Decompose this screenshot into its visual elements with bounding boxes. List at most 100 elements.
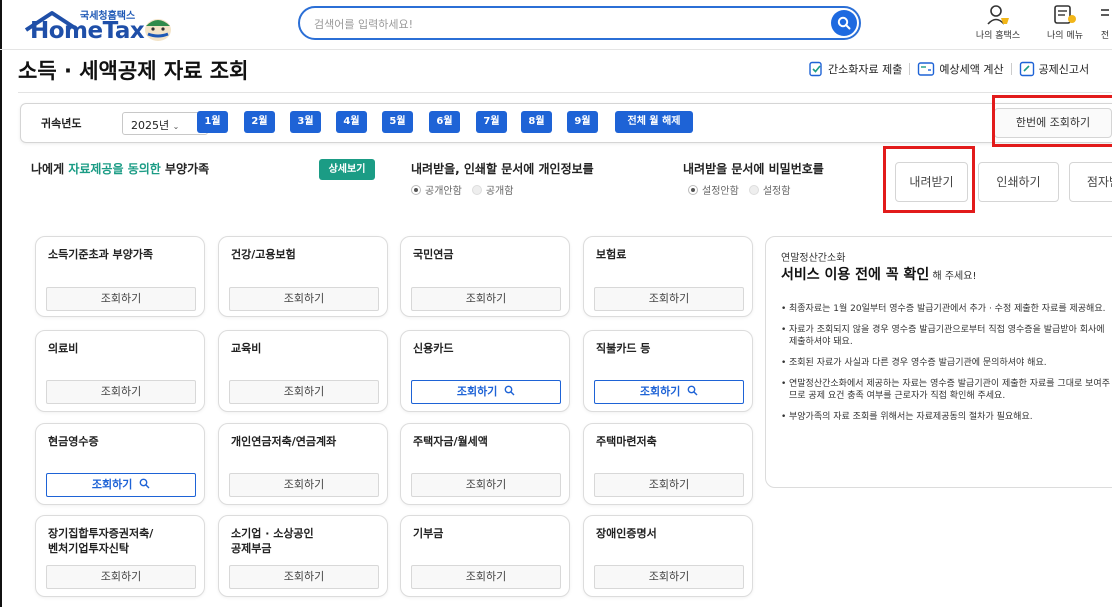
year-select[interactable]: 2025년 ⌄ [122, 112, 208, 135]
month-button-1[interactable]: 1월 [197, 111, 228, 133]
query-button-primary[interactable]: 조회하기 [46, 473, 196, 497]
search-input[interactable] [314, 15, 814, 33]
month-button-2[interactable]: 2월 [244, 111, 275, 133]
submit-simplified-data-button[interactable]: 간소화자료 제출 [808, 61, 902, 77]
password-none-label: 설정안함 [702, 186, 739, 197]
month-button-3[interactable]: 3월 [290, 111, 321, 133]
privacy-radio-group: 공개안함 공개함 [411, 182, 513, 197]
query-button[interactable]: 조회하기 [594, 473, 744, 497]
search-bar[interactable] [298, 6, 861, 40]
form-edit-icon [1019, 61, 1034, 77]
card-housing-fund-rent: 주택자금/월세액 조회하기 [400, 423, 570, 505]
year-value: 2025년 [131, 119, 170, 132]
deduction-form-label: 공제신고서 [1038, 63, 1090, 76]
month-button-6[interactable]: 6월 [429, 111, 460, 133]
month-button-7[interactable]: 7월 [476, 111, 507, 133]
detail-view-button[interactable]: 상세보기 [319, 159, 375, 180]
card-housing-savings: 주택마련저축 조회하기 [583, 423, 753, 505]
notice-item: 부양가족의 자료 조회를 위해서는 자료제공동의 절차가 필요해요. [781, 411, 1112, 423]
mascot-icon [145, 19, 171, 41]
my-hometax-link[interactable]: 나의 홈택스 [968, 4, 1028, 41]
query-button[interactable]: 조회하기 [46, 380, 196, 404]
query-button[interactable]: 조회하기 [229, 380, 379, 404]
privacy-hide-label: 공개안함 [425, 186, 462, 197]
estimate-tax-button[interactable]: 예상세액 계산 [917, 61, 1004, 77]
card-title: 건강/고용보험 [231, 248, 296, 261]
consent-prefix: 나에게 [31, 162, 69, 176]
card-title: 보험료 [596, 248, 627, 261]
clear-all-months-button[interactable]: 전체 월 해제 [615, 111, 693, 133]
card-income-over-dependents: 소득기준초과 부양가족 조회하기 [35, 236, 205, 317]
overflow-label: 전 [1100, 31, 1110, 41]
card-education-expense: 교육비 조회하기 [218, 330, 388, 412]
query-button[interactable]: 조회하기 [229, 473, 379, 497]
query-button[interactable]: 조회하기 [46, 565, 196, 589]
search-icon [837, 16, 851, 30]
password-set-label: 설정함 [762, 186, 791, 197]
query-button[interactable]: 조회하기 [594, 287, 744, 311]
menu-icon [1054, 5, 1076, 24]
query-label: 조회하기 [91, 478, 133, 491]
card-health-employment-insurance: 건강/고용보험 조회하기 [218, 236, 388, 317]
card-debit-card: 직불카드 등 조회하기 [583, 330, 753, 412]
deduction-form-button[interactable]: 공제신고서 [1019, 61, 1090, 77]
search-icon [504, 385, 515, 396]
consent-highlight: 자료제공을 동의한 [68, 162, 161, 176]
card-title: 기부금 [413, 527, 444, 540]
password-none-radio[interactable] [688, 184, 698, 195]
card-small-business-mutual-aid: 소기업 · 소상공인 공제부금 조회하기 [218, 515, 388, 597]
query-button[interactable]: 조회하기 [229, 287, 379, 311]
password-set-radio[interactable] [748, 184, 759, 195]
password-option-title: 내려받을 문서에 비밀번호를 [683, 162, 824, 176]
calculator-icon [918, 62, 935, 76]
privacy-show-radio[interactable] [471, 184, 482, 195]
title-divider [18, 92, 1112, 93]
privacy-hide-radio[interactable] [411, 184, 421, 195]
notice-item: 조회된 자료가 사실과 다른 경우 영수증 발급기관에 문의하셔야 해요. [781, 357, 1112, 369]
card-title: 소기업 · 소상공인 공제부금 [231, 527, 314, 555]
month-button-4[interactable]: 4월 [336, 111, 367, 133]
card-national-pension: 국민연금 조회하기 [400, 236, 570, 317]
notice-heading: 서비스 이용 전에 꼭 확인 해 주세요! [781, 264, 976, 284]
query-button-primary[interactable]: 조회하기 [411, 380, 561, 404]
query-button[interactable]: 조회하기 [411, 287, 561, 311]
my-menu-link[interactable]: 나의 메뉴 [1035, 4, 1095, 41]
query-button[interactable]: 조회하기 [229, 565, 379, 589]
card-title: 신용카드 [413, 342, 454, 355]
query-button[interactable]: 조회하기 [46, 287, 196, 311]
card-medical-expense: 의료비 조회하기 [35, 330, 205, 412]
query-button[interactable]: 조회하기 [411, 565, 561, 589]
card-cash-receipt: 현금영수증 조회하기 [35, 423, 205, 505]
more-icon [1101, 9, 1109, 16]
card-title: 장기집합투자증권저축/ 벤처기업투자신탁 [48, 527, 154, 555]
month-button-8[interactable]: 8월 [521, 111, 552, 133]
overflow-menu-link[interactable]: 전 [1090, 4, 1112, 41]
site-header: 국세청홈택스 HomeTax 나의 홈택스 [0, 0, 1112, 50]
search-icon [139, 478, 150, 489]
hometax-logo[interactable]: 국세청홈택스 HomeTax [22, 6, 182, 46]
highlight-box-batch-query [992, 95, 1112, 147]
notice-list: 최종자료는 1월 20일부터 영수증 발급기관에서 추가 · 수정 제출한 자료… [781, 303, 1112, 432]
card-donation: 기부금 조회하기 [400, 515, 570, 597]
query-label: 조회하기 [456, 385, 498, 398]
card-title: 국민연금 [413, 248, 454, 261]
card-title: 현금영수증 [48, 435, 99, 448]
month-button-5[interactable]: 5월 [382, 111, 413, 133]
query-button[interactable]: 조회하기 [594, 565, 744, 589]
submit-simplified-data-label: 간소화자료 제출 [828, 63, 903, 76]
logo-text: HomeTax [30, 18, 145, 44]
query-button-primary[interactable]: 조회하기 [594, 380, 744, 404]
notice-heading-main: 서비스 이용 전에 꼭 확인 [781, 267, 930, 283]
query-button[interactable]: 조회하기 [411, 473, 561, 497]
my-hometax-label: 나의 홈택스 [975, 31, 1021, 41]
card-title: 개인연금저축/연금계좌 [231, 435, 337, 448]
braille-button[interactable]: 점자받기 [1069, 162, 1112, 202]
notice-heading-suffix: 해 주세요! [929, 271, 977, 282]
notice-item: 최종자료는 1월 20일부터 영수증 발급기관에서 추가 · 수정 제출한 자료… [781, 303, 1112, 315]
print-button[interactable]: 인쇄하기 [978, 162, 1059, 202]
year-filter-panel: 귀속년도 2025년 ⌄ 1월 2월 3월 4월 5월 6월 7월 8월 9월 … [20, 103, 1112, 143]
title-actions: 간소화자료 제출 예상세액 계산 공제신고서 [808, 61, 1089, 77]
search-button[interactable] [831, 10, 857, 36]
month-button-9[interactable]: 9월 [567, 111, 598, 133]
divider [909, 63, 911, 75]
